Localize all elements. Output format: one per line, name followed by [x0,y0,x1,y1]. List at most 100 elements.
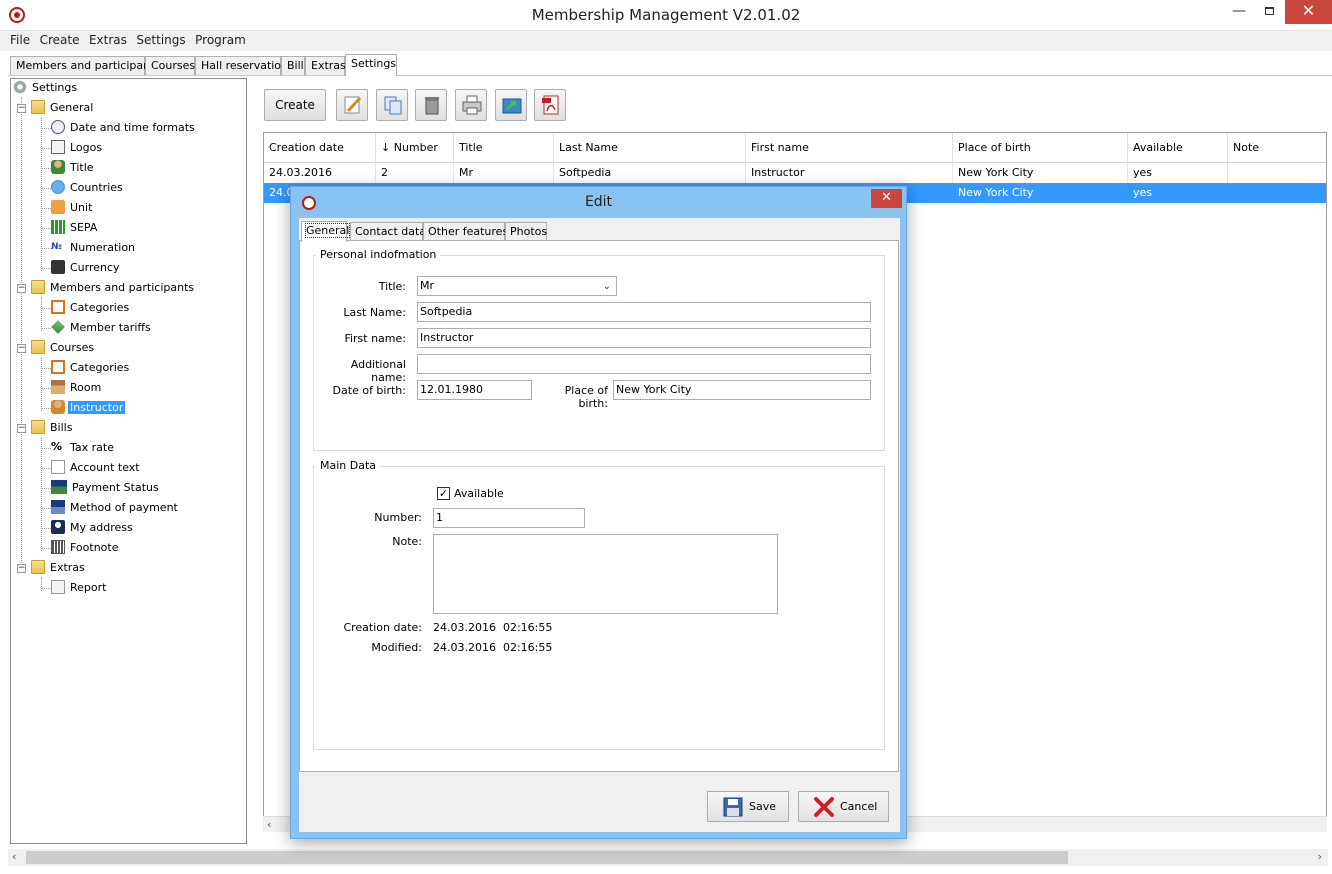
clock-icon [51,120,65,134]
last-name-label: Last Name: [343,306,406,319]
place-of-birth-input[interactable]: New York City [613,380,871,400]
tree-item-logos[interactable]: Logos [51,139,104,157]
categories-icon [51,300,65,314]
tree-item-payment-status[interactable]: Payment Status [51,479,161,497]
tree-item-date-time-formats[interactable]: Date and time formats [51,119,197,137]
menu-create[interactable]: Create [36,31,82,47]
tab-members-and-participants[interactable]: Members and participants [10,56,160,75]
main-data-title: Main Data [316,459,381,472]
menu-program[interactable]: Program [191,31,248,47]
col-creation-date[interactable]: Creation date [264,133,376,163]
tree-group-members[interactable]: Members and participants [31,279,196,297]
tree-item-account-text[interactable]: Account text [51,459,142,477]
menu-settings[interactable]: Settings [132,31,187,47]
first-name-input[interactable]: Instructor [417,328,871,348]
expander-courses[interactable]: − [17,344,26,353]
tree-item-report[interactable]: Report [51,579,108,597]
tree-root-settings[interactable]: Settings [13,79,79,97]
pdf-button[interactable] [534,89,566,121]
tree-item-instructor[interactable]: Instructor [51,399,126,417]
print-button[interactable] [455,89,487,121]
scrollbar-thumb[interactable] [26,851,1068,864]
scroll-left-icon[interactable]: ‹ [267,818,271,831]
person-icon [51,160,65,174]
tree-item-sepa[interactable]: SEPA [51,219,99,237]
cell-last-name: Softpedia [554,163,746,183]
expander-members[interactable]: − [17,284,26,293]
maximize-button[interactable] [1254,0,1284,24]
tree-item-countries[interactable]: Countries [51,179,125,197]
tree-group-bills[interactable]: Bills [31,419,74,437]
export-button[interactable] [495,89,527,121]
dialog-close-button[interactable]: ✕ [871,189,902,208]
menu-file[interactable]: File [0,31,32,47]
tree-item-title[interactable]: Title [51,159,96,177]
scroll-right-icon[interactable]: › [1318,850,1322,863]
minimize-button[interactable]: — [1224,0,1254,24]
tree-item-method-of-payment[interactable]: Method of payment [51,499,180,517]
col-first-name[interactable]: First name [746,133,953,163]
cancel-label: Cancel [840,800,878,813]
table-row[interactable]: 24.03.2016 2 Mr Softpedia Instructor New… [264,163,1326,183]
currency-icon [51,260,65,274]
tree-item-my-address[interactable]: My address [51,519,135,537]
additional-name-input[interactable] [417,354,871,374]
col-number[interactable]: ↓ Number [376,133,454,163]
tab-settings[interactable]: Settings [345,54,397,76]
cell-number: 2 [376,163,454,183]
dialog-tab-other-features[interactable]: Other features [423,222,508,241]
place-of-birth-label: Place of birth: [564,384,608,410]
main-horizontal-scrollbar[interactable]: ‹ › [8,849,1328,866]
tree-item-footnote[interactable]: Footnote [51,539,121,557]
categories-icon [51,360,65,374]
expander-extras[interactable]: − [17,564,26,573]
expander-bills[interactable]: − [17,424,26,433]
last-name-input[interactable]: Softpedia [417,302,871,322]
cell-place-of-birth: New York City [953,163,1128,183]
tree-group-general[interactable]: General [31,99,95,117]
tree-group-extras[interactable]: Extras [31,559,87,577]
tab-extras[interactable]: Extras [305,56,346,75]
cell-note [1228,163,1326,183]
col-note[interactable]: Note [1228,133,1326,163]
note-textarea[interactable] [433,534,778,614]
col-available[interactable]: Available [1128,133,1228,163]
edit-button[interactable] [336,89,368,121]
create-button[interactable]: Create [264,89,326,121]
tree-item-member-categories[interactable]: Categories [51,299,131,317]
tree-item-unit[interactable]: Unit [51,199,94,217]
number-input[interactable]: 1 [433,508,585,528]
col-title[interactable]: Title [454,133,554,163]
title-select[interactable]: Mr ⌄ [417,276,617,296]
save-button[interactable]: Save [707,791,789,822]
tree-group-courses[interactable]: Courses [31,339,96,357]
menu-extras[interactable]: Extras [85,31,129,47]
tree-item-room[interactable]: Room [51,379,103,397]
folder-icon [31,420,45,434]
dialog-tab-contact-data[interactable]: Contact data [350,222,426,241]
scroll-left-icon[interactable]: ‹ [12,850,16,863]
tab-hall-reservation[interactable]: Hall reservation [195,56,288,75]
copy-button[interactable] [376,89,408,121]
delete-button[interactable] [415,89,447,121]
cancel-button[interactable]: Cancel [798,791,889,822]
tab-courses[interactable]: Courses [145,56,195,75]
tab-bill[interactable]: Bill [281,56,305,75]
folder-icon [31,340,45,354]
tree-item-currency[interactable]: Currency [51,259,122,277]
date-of-birth-input[interactable]: 12.01.1980 [417,380,532,400]
dialog-tab-general[interactable]: General [301,221,351,242]
close-window-button[interactable]: ✕ [1285,0,1332,24]
settings-tree[interactable]: Settings − General Date and time formats… [10,78,247,844]
col-last-name[interactable]: Last Name [554,133,746,163]
tree-item-numeration[interactable]: № Numeration [51,239,137,257]
available-checkbox[interactable]: ✓ [437,487,450,500]
tree-item-course-categories[interactable]: Categories [51,359,131,377]
col-place-of-birth[interactable]: Place of birth [953,133,1128,163]
folder-icon [31,560,45,574]
credit-card-icon [51,500,65,514]
dialog-tab-photos[interactable]: Photos [505,222,547,241]
expander-general[interactable]: − [17,104,26,113]
tree-item-member-tariffs[interactable]: Member tariffs [51,319,153,337]
tree-item-tax-rate[interactable]: % Tax rate [51,439,116,457]
